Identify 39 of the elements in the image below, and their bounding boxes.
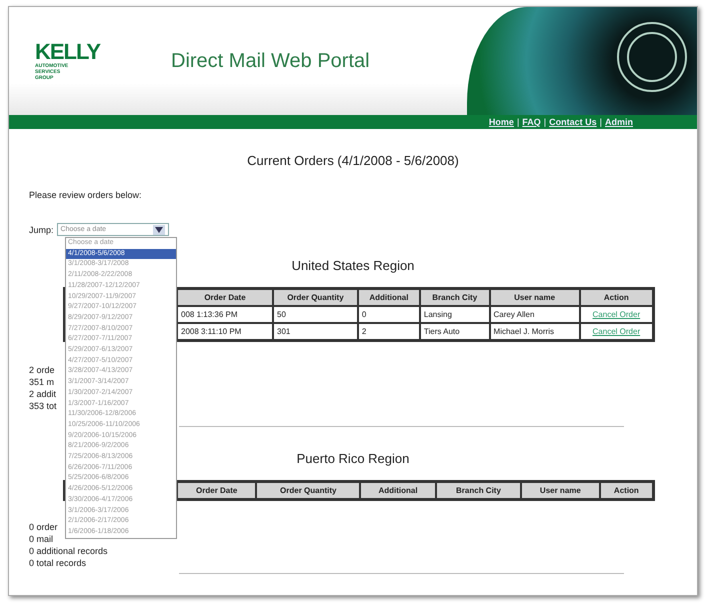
summary-text: 2 orde — [29, 364, 55, 376]
nav-link[interactable]: Admin — [605, 117, 633, 127]
summary-text: 351 m — [29, 376, 54, 388]
column-header: Additional — [358, 288, 420, 306]
summary-text: 0 total records — [29, 557, 86, 569]
table-cell: 0 — [358, 306, 420, 323]
column-header: Action — [600, 482, 654, 500]
nav-separator: | — [600, 117, 602, 127]
column-header: Order Quantity — [256, 482, 360, 500]
column-header: Branch City — [436, 482, 522, 500]
nav-link[interactable]: Contact Us — [549, 117, 597, 127]
column-header: User name — [490, 288, 580, 306]
column-header: Order Quantity — [273, 288, 358, 306]
column-header: Additional — [360, 482, 436, 500]
summary-text: 353 tot — [29, 400, 57, 412]
summary-text: 0 order — [29, 521, 58, 533]
dropdown-arrow-icon — [152, 224, 165, 234]
table-cell: 008 1:13:36 PM — [177, 306, 273, 323]
region-title: United States Region — [292, 258, 414, 273]
summary-text: 2 addit — [29, 388, 56, 400]
summary-text: 0 additional records — [29, 545, 108, 557]
summary-text: 0 mail — [29, 533, 54, 545]
column-header: Order Date — [177, 288, 273, 306]
intro-text: Please review orders below: — [29, 190, 143, 200]
nav-separator: | — [516, 117, 520, 127]
column-header: Order Date — [177, 482, 256, 500]
page-title: Current Orders (4/1/2008 - 5/6/2008) — [246, 153, 460, 168]
column-header: Branch City — [420, 288, 490, 306]
jump-label: Jump: — [29, 224, 54, 234]
column-header: Action — [580, 288, 654, 306]
column-header: User name — [521, 482, 600, 500]
nav-link[interactable]: FAQ — [522, 117, 541, 127]
table-cell: Lansing — [420, 306, 490, 323]
nav-link[interactable]: Home — [488, 117, 514, 127]
site-title: Direct Mail Web Portal — [171, 50, 370, 72]
nav-separator: | — [544, 117, 546, 127]
table-cell: 50 — [273, 306, 358, 323]
region-title: Puerto Rico Region — [296, 451, 410, 466]
table-cell: Carey Allen — [490, 306, 580, 323]
